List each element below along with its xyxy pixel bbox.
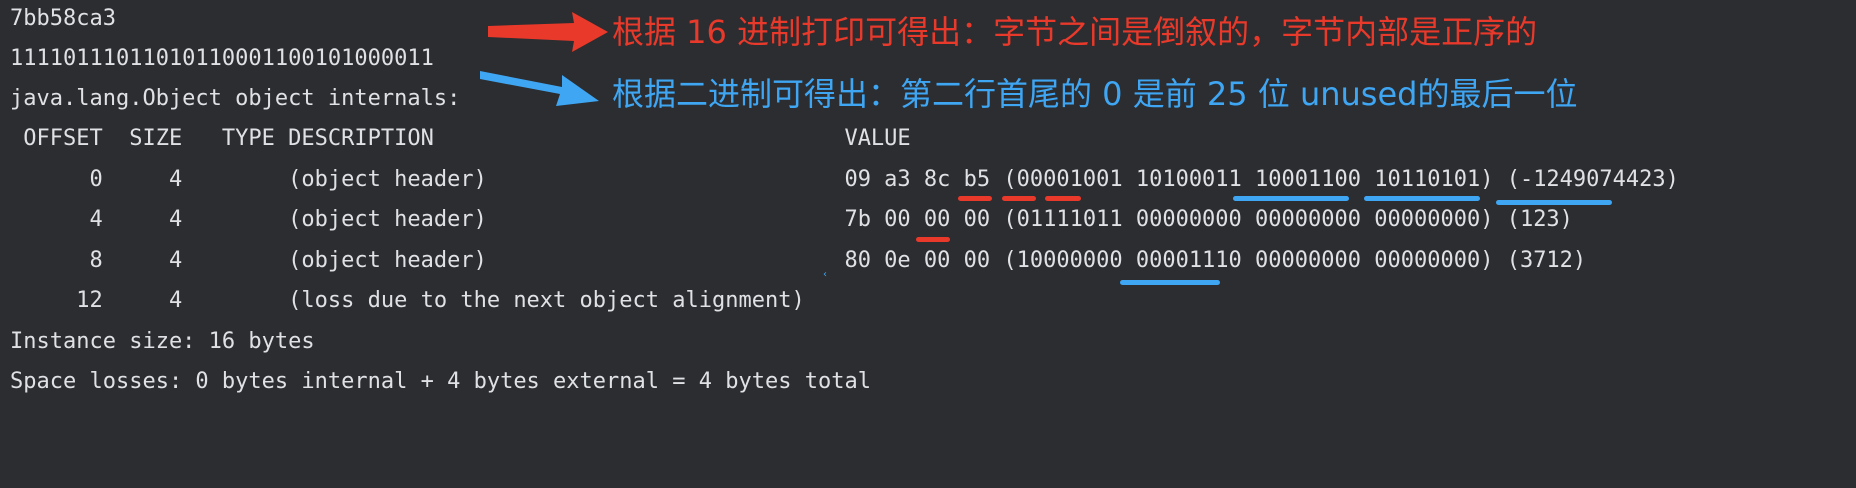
table-row: 12 4 (loss due to the next object alignm… <box>10 288 805 313</box>
underline-01111011 <box>1120 280 1220 285</box>
underline-b5 <box>1045 196 1081 201</box>
object-internals-title: java.lang.Object object internals: <box>10 86 461 111</box>
blue-arrow-icon <box>480 71 599 106</box>
space-losses-line: Space losses: 0 bytes internal + 4 bytes… <box>10 369 871 394</box>
red-annotation: 根据 16 进制打印可得出：字节之间是倒叙的，字节内部是正序的 <box>612 13 1538 51</box>
underline-8c <box>1002 196 1036 201</box>
hex-output-line: 7bb58ca3 <box>10 6 116 31</box>
blue-annotation: 根据二进制可得出：第二行首尾的 0 是前 25 位 unused的最后一位 <box>612 75 1578 113</box>
underline-10110101 <box>1496 200 1612 205</box>
table-row: 4 4 (object header) 7b 00 00 00 (0111101… <box>10 207 1573 232</box>
underline-10001100 <box>1364 196 1480 201</box>
underline-a3 <box>958 196 992 201</box>
underline-10100011 <box>1233 196 1349 201</box>
instance-size-line: Instance size: 16 bytes <box>10 329 315 354</box>
table-row: 0 4 (object header) 09 a3 8c b5 (0000100… <box>10 167 1679 192</box>
red-arrow-icon <box>488 12 608 52</box>
table-row: 8 4 (object header) 80 0e 00 00 (1000000… <box>10 248 1587 273</box>
table-header: OFFSET SIZE TYPE DESCRIPTION VALUE <box>10 126 911 151</box>
binary-output-line: 11110111011010110001100101000011 <box>10 46 434 71</box>
cursor-mark-icon: ‹ <box>823 269 827 280</box>
console-output: 7bb58ca3 1111011101101011000110010100001… <box>0 0 1856 488</box>
underline-7b <box>916 237 950 242</box>
